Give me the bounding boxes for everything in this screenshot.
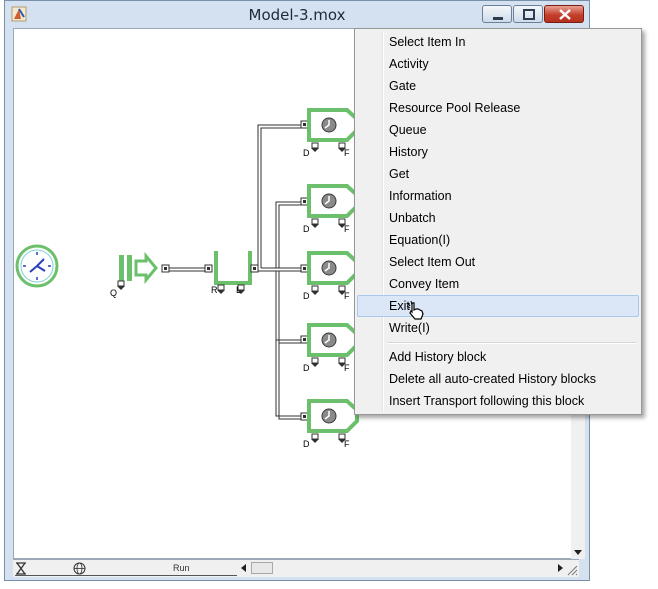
menu-item-label: Select Item In [389, 35, 466, 49]
activity-block-2[interactable]: D F [300, 184, 359, 234]
menu-item-label: Activity [389, 57, 429, 71]
horizontal-scrollbar[interactable] [239, 561, 565, 576]
executive-clock-block[interactable] [15, 244, 59, 288]
menu-item-unbatch[interactable]: Unbatch [357, 207, 639, 229]
menu-item-label: Resource Pool Release [389, 101, 521, 115]
menu-item-select-item-in[interactable]: Select Item In [357, 31, 639, 53]
menu-item-equation[interactable]: Equation(I) [357, 229, 639, 251]
menu-item-label: Get [389, 167, 410, 181]
activity-block-5[interactable]: D F [300, 399, 359, 449]
menu-item-label: Information [389, 189, 452, 203]
menu-item-label: Add History block [389, 350, 487, 364]
minimize-icon [493, 17, 503, 20]
menu-item-activity[interactable]: Activity [357, 53, 639, 75]
menu-item-exit[interactable]: Exit [357, 295, 639, 317]
menu-item-label: History [389, 145, 428, 159]
menu-item-add-history-block[interactable]: Add History block [357, 346, 639, 368]
menu-item-label: Delete all auto-created History blocks [389, 372, 597, 386]
pointer-cursor-icon [406, 300, 424, 320]
maximize-button[interactable] [513, 5, 543, 23]
menu-item-label: Convey Item [389, 277, 460, 291]
port-label-f: F [344, 363, 350, 373]
menu-item-information[interactable]: Information [357, 185, 639, 207]
activity-block-4[interactable]: D F [300, 323, 359, 373]
menu-item-label: Queue [389, 123, 427, 137]
horizontal-scroll-thumb[interactable] [251, 562, 273, 574]
run-status-label: Run [173, 563, 190, 573]
port-label-f: F [344, 439, 350, 449]
create-block[interactable]: Q [110, 251, 170, 298]
queue-block[interactable]: R L [204, 251, 259, 295]
menu-item-gate[interactable]: Gate [357, 75, 639, 97]
scroll-right-icon[interactable] [555, 561, 565, 575]
menu-item-label: Unbatch [389, 211, 436, 225]
port-label-d: D [303, 224, 310, 234]
port-label-d: D [303, 363, 310, 373]
menu-separator [387, 342, 637, 344]
scroll-left-icon[interactable] [239, 561, 249, 575]
menu-item-delete-history-blocks[interactable]: Delete all auto-created History blocks [357, 368, 639, 390]
port-label-d: D [303, 148, 310, 158]
port-label-r: R [211, 285, 218, 295]
menu-item-label: Select Item Out [389, 255, 476, 269]
activity-block-3[interactable]: D F [300, 251, 359, 301]
port-label-f: F [344, 148, 350, 158]
context-menu: Select Item In Activity Gate Resource Po… [354, 28, 642, 415]
menu-item-queue[interactable]: Queue [357, 119, 639, 141]
close-button[interactable] [544, 5, 584, 23]
scroll-down-icon[interactable] [571, 545, 585, 559]
port-label-d: D [303, 291, 310, 301]
menu-item-history[interactable]: History [357, 141, 639, 163]
menu-item-select-item-out[interactable]: Select Item Out [357, 251, 639, 273]
hourglass-icon [16, 562, 26, 575]
port-label-d: D [303, 439, 310, 449]
port-label-f: F [344, 224, 350, 234]
resize-grip-icon[interactable] [565, 563, 578, 576]
menu-item-label: Gate [389, 79, 417, 93]
menu-item-label: Equation(I) [389, 233, 451, 247]
maximize-icon [523, 9, 535, 20]
activity-block-1[interactable]: D F [300, 108, 359, 158]
port-label-l: L [236, 285, 241, 295]
status-bar: Run [13, 559, 579, 577]
vertical-scrollbar[interactable] [571, 401, 585, 559]
connection-lines [257, 124, 303, 420]
menu-item-write[interactable]: Write(I) [357, 317, 639, 339]
menu-item-convey-item[interactable]: Convey Item [357, 273, 639, 295]
menu-item-insert-transport[interactable]: Insert Transport following this block [357, 390, 639, 412]
menu-item-get[interactable]: Get [357, 163, 639, 185]
port-label-q: Q [110, 288, 117, 298]
port-label-f: F [344, 291, 350, 301]
menu-item-resource-pool-release[interactable]: Resource Pool Release [357, 97, 639, 119]
minimize-button[interactable] [482, 5, 512, 23]
progress-track [15, 575, 237, 576]
menu-item-label: Insert Transport following this block [389, 394, 585, 408]
globe-icon[interactable] [73, 562, 86, 575]
title-bar[interactable]: Model-3.mox [5, 1, 589, 28]
close-icon [559, 9, 571, 20]
